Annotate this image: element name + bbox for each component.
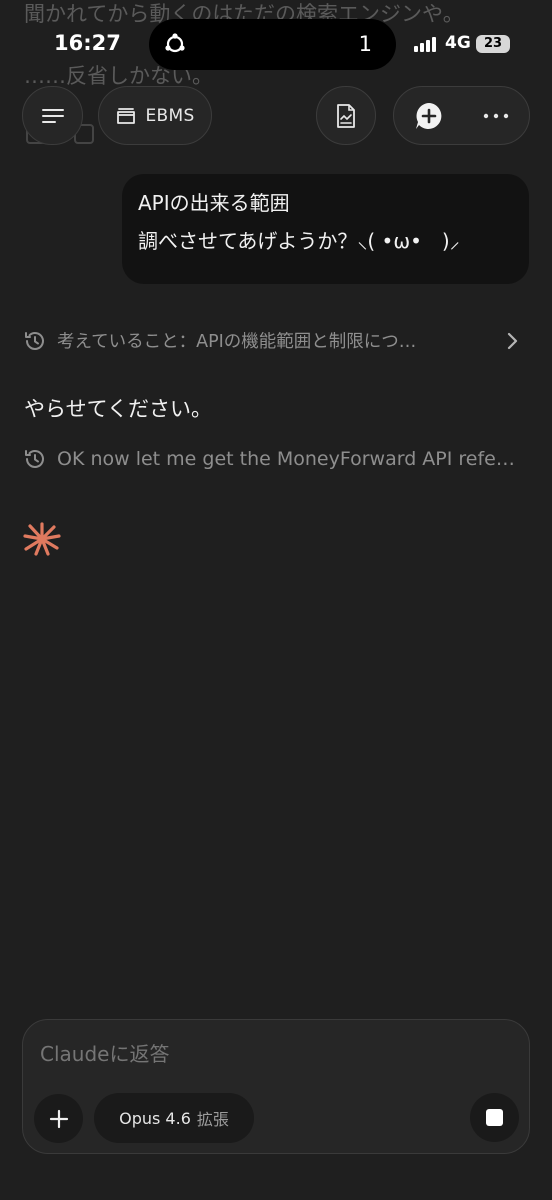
history-clock-icon [25, 450, 44, 468]
user-message-line: 調べさせてあげようか？⸜( •ω• )⸝ [138, 229, 460, 253]
ubuntu-icon [165, 33, 185, 53]
thinking-summary[interactable]: 考えていること：APIの機能範囲と制限につ… [23, 328, 416, 353]
header-actions [393, 86, 530, 145]
status-time: 16:27 [54, 31, 121, 55]
new-chat-icon[interactable] [414, 101, 444, 131]
history-clock-icon [25, 331, 44, 350]
chevron-right-icon[interactable] [505, 331, 519, 351]
battery-icon: 23 [476, 35, 510, 53]
user-message-line: APIの出来る範囲 [138, 191, 290, 215]
document-icon [337, 103, 355, 128]
project-label: EBMS [145, 105, 195, 126]
thinking-text: OK now let me get the MoneyForward API r… [57, 448, 515, 470]
more-icon[interactable] [483, 112, 509, 120]
assistant-reply: やらせてください。 [24, 397, 212, 421]
claude-spark-icon [23, 522, 61, 556]
thinking-summary[interactable]: OK now let me get the MoneyForward API r… [23, 447, 515, 471]
model-name: Opus 4.6 [119, 1108, 191, 1128]
project-button[interactable]: EBMS [98, 86, 212, 145]
network-type: 4G [445, 33, 471, 53]
stop-icon [486, 1109, 503, 1126]
plus-icon [49, 1109, 68, 1128]
thinking-text: 考えていること：APIの機能範囲と制限につ… [57, 332, 417, 352]
signal-icon [414, 37, 436, 52]
add-attachment-button[interactable] [34, 1094, 83, 1143]
model-mode: 拡張 [196, 1110, 229, 1129]
model-selector[interactable]: Opus 4.6 拡張 [94, 1093, 254, 1143]
menu-icon [41, 108, 64, 123]
dynamic-island[interactable]: 1 [149, 19, 396, 70]
user-message-bubble[interactable]: APIの出来る範囲 調べさせてあげようか？⸜( •ω• )⸝ [122, 174, 529, 284]
artifact-button[interactable] [316, 86, 376, 145]
menu-button[interactable] [22, 86, 83, 145]
activity-count: 1 [358, 32, 372, 56]
composer: Opus 4.6 拡張 [22, 1019, 530, 1154]
reply-input[interactable] [40, 1042, 500, 1066]
stop-button[interactable] [470, 1093, 519, 1142]
folder-icon [117, 107, 136, 124]
